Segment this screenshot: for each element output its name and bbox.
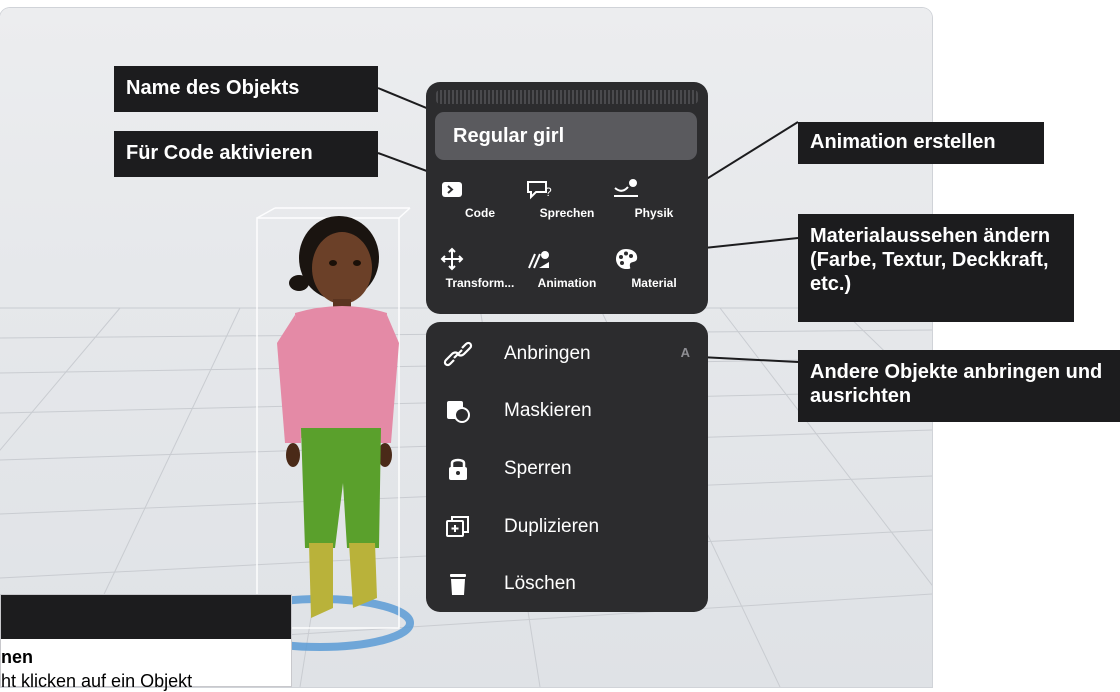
help-card-title: nen	[1, 647, 34, 667]
lock-icon	[449, 458, 467, 480]
callout-attach-objects: Andere Objekte anbringen und ausrichten	[798, 350, 1120, 422]
mask-icon	[447, 401, 470, 423]
menu-item-lock[interactable]: Sperren	[426, 441, 708, 497]
menu-item-duplicate[interactable]: Duplizieren	[426, 499, 708, 555]
tool-label: Sprechen	[539, 206, 595, 220]
menu-item-label: Sperren	[504, 458, 572, 479]
physics-icon	[614, 179, 638, 197]
tool-material-button[interactable]: Material	[611, 244, 697, 304]
menu-item-attach[interactable]: Anbringen A	[426, 326, 708, 382]
animation-icon	[528, 251, 549, 269]
tool-label: Transform...	[445, 276, 515, 290]
tool-speak-button[interactable]: ? Sprechen	[524, 174, 610, 234]
tool-label: Animation	[537, 276, 597, 290]
callout-create-animation: Animation erstellen	[798, 122, 1044, 164]
menu-item-delete[interactable]: Löschen	[426, 556, 708, 612]
panel-drag-handle[interactable]	[436, 90, 698, 104]
callout-enable-code: Für Code aktivieren	[114, 131, 378, 177]
object-inspector-panel: Regular girl Code ? Sprechen Physik Tran…	[426, 82, 708, 314]
shortcut-hint: A	[680, 345, 690, 360]
menu-item-mask[interactable]: Maskieren	[426, 383, 708, 439]
move-arrows-icon	[440, 247, 464, 271]
object-context-menu: Anbringen A Maskieren Sperren Dupliziere…	[426, 322, 708, 612]
duplicate-icon	[446, 516, 469, 537]
tool-label: Material	[631, 276, 677, 290]
tool-physics-button[interactable]: Physik	[611, 174, 697, 234]
palette-icon	[616, 249, 638, 269]
callout-change-material: Materialaussehen ändern (Farbe, Textur, …	[798, 214, 1074, 322]
menu-item-label: Duplizieren	[504, 516, 600, 537]
menu-item-label: Anbringen	[504, 343, 591, 364]
code-icon	[442, 182, 462, 197]
help-card-header	[1, 595, 291, 639]
callout-object-name: Name des Objekts	[114, 66, 378, 112]
speech-bubble-icon: ?	[527, 181, 552, 200]
tool-code-button[interactable]: Code	[437, 174, 523, 234]
help-card: nen ht klicken auf ein Objekt	[0, 594, 292, 691]
menu-item-label: Löschen	[504, 573, 576, 594]
tool-animation-button[interactable]: Animation	[524, 244, 610, 304]
menu-item-label: Maskieren	[504, 400, 592, 421]
tool-label: Physik	[634, 206, 674, 220]
svg-text:?: ?	[545, 185, 552, 199]
attach-icon	[443, 341, 473, 367]
tool-label: Code	[465, 206, 495, 220]
object-name-field[interactable]: Regular girl	[435, 112, 697, 160]
help-card-text: ht klicken auf ein Objekt	[1, 671, 193, 691]
tool-transform-button[interactable]: Transform...	[437, 244, 523, 304]
trash-icon	[450, 574, 466, 595]
